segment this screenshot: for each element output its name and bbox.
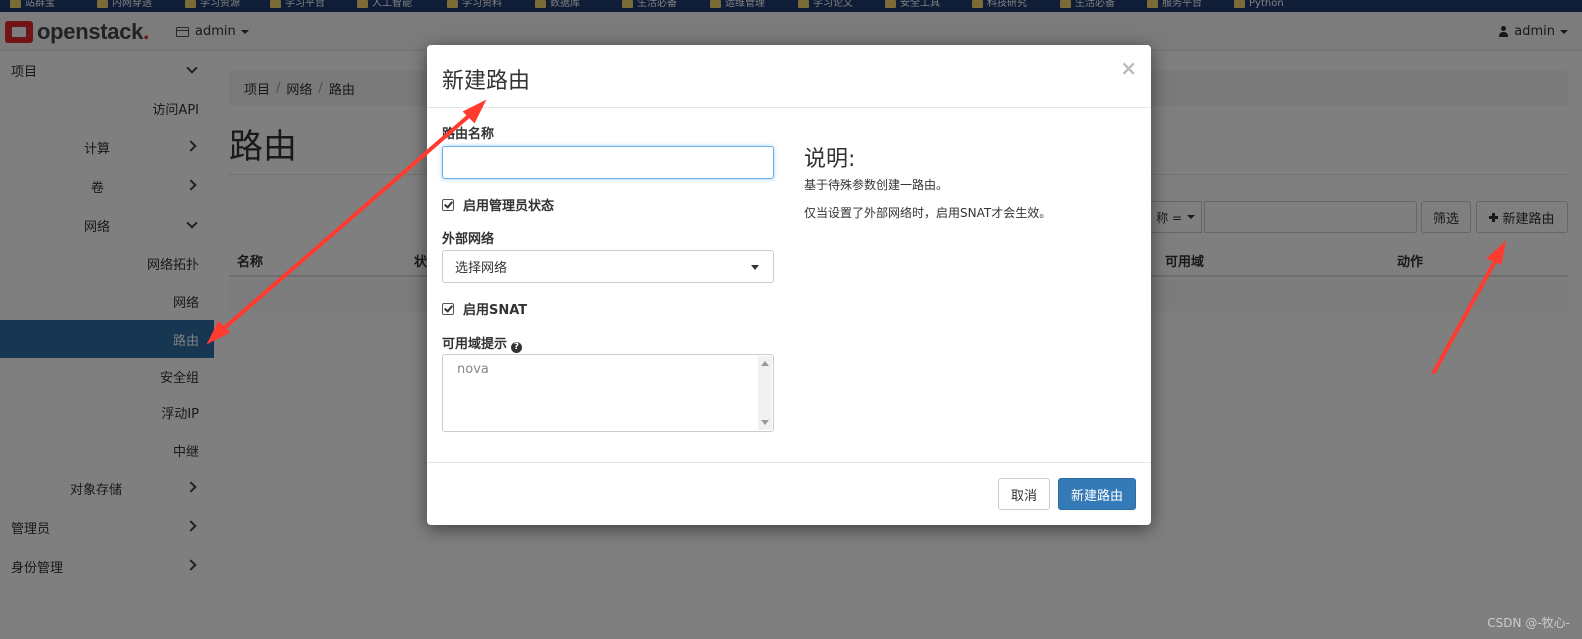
az-hint-label: 可用域提示?: [442, 333, 523, 353]
scrollbar[interactable]: [758, 356, 772, 430]
caret-down-icon: [751, 265, 759, 270]
close-icon[interactable]: ×: [1120, 58, 1137, 78]
az-hint-textarea[interactable]: nova: [442, 354, 774, 432]
router-name-label: 路由名称: [442, 127, 495, 142]
modal-title: 新建路由: [442, 69, 531, 94]
scroll-up-icon[interactable]: [761, 361, 769, 366]
question-circle-icon[interactable]: ?: [511, 342, 523, 353]
description-title: 说明:: [804, 147, 856, 172]
checkbox-checked-icon[interactable]: [442, 198, 454, 211]
cancel-button[interactable]: 取消: [998, 478, 1050, 510]
submit-create-router-button[interactable]: 新建路由: [1058, 478, 1136, 510]
external-network-label: 外部网络: [442, 232, 495, 247]
admin-state-checkbox[interactable]: 启用管理员状态: [442, 195, 554, 214]
description-text: 仅当设置了外部网络时，启用SNAT才会生效。: [804, 206, 1052, 220]
enable-snat-checkbox[interactable]: 启用SNAT: [442, 299, 527, 318]
checkbox-checked-icon[interactable]: [442, 302, 454, 315]
external-network-select[interactable]: 选择网络: [442, 250, 774, 283]
description-text: 基于待殊参数创建一路由。: [804, 178, 949, 192]
router-name-input[interactable]: [442, 146, 774, 179]
modal-footer-divider: [427, 462, 1151, 463]
create-router-modal: 新建路由 × 路由名称 启用管理员状态 外部网络 选择网络 启用SNAT 可用域…: [427, 45, 1151, 525]
scroll-down-icon[interactable]: [761, 420, 769, 425]
watermark: CSDN @-牧心-: [1487, 616, 1570, 630]
modal-header: 新建路由 ×: [427, 45, 1151, 108]
